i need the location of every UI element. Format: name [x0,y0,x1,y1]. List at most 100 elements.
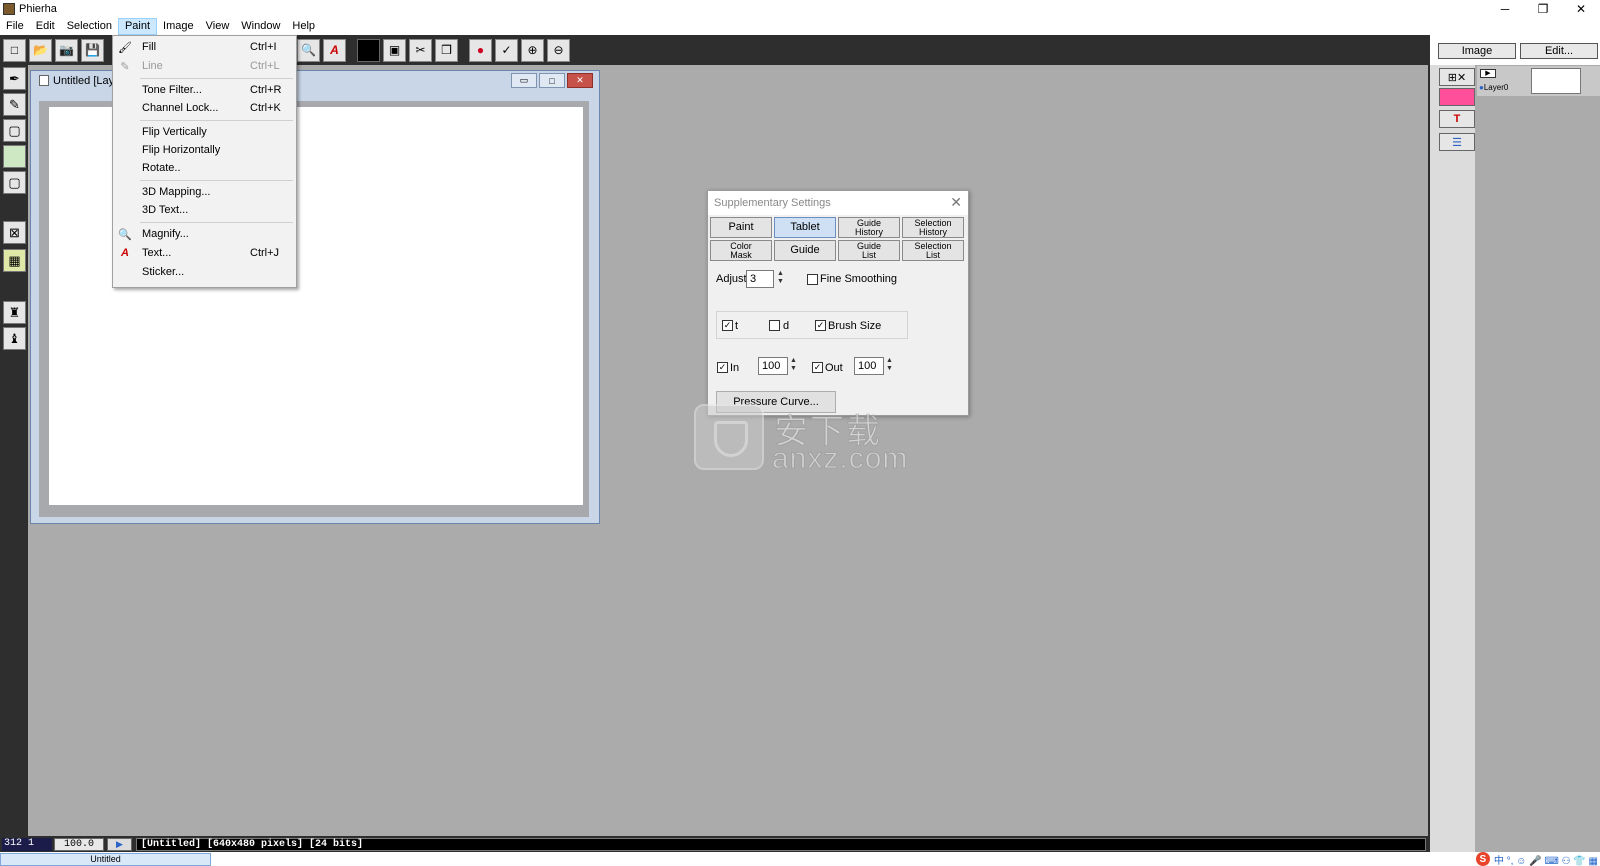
menu-item-sticker[interactable]: Sticker... [113,263,296,281]
menu-item-channel-lock[interactable]: Channel Lock... Ctrl+K [113,99,296,117]
canvas-window-controls: ▭ □ ✕ [511,73,593,88]
magnify-icon[interactable]: 🔍 [297,38,320,62]
adjust-icon[interactable]: ✓ [495,38,518,62]
stamp-icon[interactable]: ♜ [3,301,26,324]
out-value-input[interactable]: 100 [854,357,884,375]
ime-logo-icon[interactable]: S [1475,852,1490,866]
brush-icon[interactable]: ✎ [3,93,26,116]
pattern-icon[interactable]: ▦ [3,249,26,272]
fine-smoothing-checkbox[interactable] [807,274,818,285]
camera-icon[interactable]: 📷 [55,38,78,62]
page-icon[interactable]: ❒ [435,38,458,62]
menu-item-3d-mapping[interactable]: 3D Mapping... [113,183,296,201]
menu-paint[interactable]: Paint [117,18,158,35]
in-checkbox[interactable]: ✓ [717,362,728,373]
canvas-maximize-button[interactable]: □ [539,73,565,88]
tab-tablet[interactable]: Tablet [774,217,836,238]
menu-item-3d-text[interactable]: 3D Text... [113,201,296,219]
add-delete-layer-icon[interactable]: ⊞✕ [1439,68,1475,86]
menu-item-tone-filter[interactable]: Tone Filter... Ctrl+R [113,81,296,99]
menu-item-rotate[interactable]: Rotate.. [113,159,296,177]
paint-menu-dropdown: 🖌 Fill Ctrl+I ✎ Line Ctrl+L Tone Filter.… [112,35,297,288]
menu-item-fill[interactable]: 🖌 Fill Ctrl+I [113,38,296,56]
adjust-input[interactable]: 3 [746,270,774,288]
menu-help[interactable]: Help [286,18,321,35]
restore-button[interactable]: ❐ [1524,0,1562,18]
layer-color-swatch[interactable] [1439,88,1475,106]
minimize-button[interactable]: ─ [1486,0,1524,18]
menu-file[interactable]: File [0,18,30,35]
save-icon[interactable]: 💾 [81,38,104,62]
menu-selection[interactable]: Selection [61,18,118,35]
tray-icons[interactable]: 中 °, ☺ 🎤 ⌨ ⚇ 👕 ▦ [1494,852,1598,866]
fill-icon: 🖌 [118,41,132,54]
d-label: d [783,320,790,332]
color-wheel-icon[interactable]: ● [469,38,492,62]
out-checkbox[interactable]: ✓ [812,362,823,373]
text-layer-icon[interactable]: T [1439,110,1475,128]
gradient-icon[interactable] [3,145,26,168]
pen-icon[interactable]: ✒ [3,67,26,90]
tab-guide-list[interactable]: Guide List [838,240,900,261]
line-icon: ✎ [120,60,130,73]
layer-tools-column: ⊞✕ T ☰ [1430,65,1475,853]
image-button[interactable]: Image [1438,43,1516,59]
zoom-in-icon[interactable]: ⊕ [521,38,544,62]
d-checkbox[interactable] [769,320,780,331]
close-icon[interactable]: ✕ [950,194,962,211]
menu-window[interactable]: Window [235,18,286,35]
menu-item-flip-horizontally[interactable]: Flip Horizontally [113,141,296,159]
open-folder-icon[interactable]: 📂 [29,38,52,62]
zoom-level[interactable]: 100.0 [54,838,104,851]
adjust-spinner[interactable]: ▲ ▼ [777,270,786,286]
tab-guide-history[interactable]: Guide History [838,217,900,238]
canvas-close-button[interactable]: ✕ [567,73,593,88]
out-spinner[interactable]: ▲ ▼ [886,357,895,373]
play-icon[interactable]: ▶ [107,838,132,851]
menu-item-flip-vertically[interactable]: Flip Vertically [113,123,296,141]
layer-row[interactable]: ▶ ●Layer0 [1477,66,1600,96]
tab-color-mask[interactable]: Color Mask [710,240,772,261]
zoom-out-icon[interactable]: ⊖ [547,38,570,62]
eraser-icon[interactable]: ♝ [3,327,26,350]
edit-button[interactable]: Edit... [1520,43,1598,59]
menu-separator [140,222,293,223]
new-file-icon[interactable]: □ [3,38,26,62]
tab-selection-list[interactable]: Selection List [902,240,964,261]
dialog-titlebar[interactable]: Supplementary Settings ✕ [708,191,968,215]
document-icon [39,75,49,86]
dialog-title: Supplementary Settings [714,197,831,209]
canvas-minimize-button[interactable]: ▭ [511,73,537,88]
frame-icon[interactable]: ▢ [3,171,26,194]
color-swatch-icon[interactable] [357,38,380,62]
tab-selection-history[interactable]: Selection History [902,217,964,238]
menu-item-magnify[interactable]: 🔍 Magnify... [113,225,296,243]
menu-edit[interactable]: Edit [30,18,61,35]
text-tool-icon[interactable]: A [323,38,346,62]
menu-item-text[interactable]: A Text... Ctrl+J [113,244,296,262]
rect-select-icon[interactable]: ▢ [3,119,26,142]
t-checkbox[interactable]: ✓ [722,320,733,331]
menu-view[interactable]: View [200,18,236,35]
menu-separator [140,180,293,181]
image-view-icon[interactable]: ▣ [383,38,406,62]
tab-paint[interactable]: Paint [710,217,772,238]
close-button[interactable]: ✕ [1562,0,1600,18]
in-value-input[interactable]: 100 [758,357,788,375]
menu-separator [140,78,293,79]
adjust-label: Adjust [716,273,747,285]
tab-guide[interactable]: Guide [774,240,836,261]
layer-properties-icon[interactable]: ☰ [1439,133,1475,151]
in-spinner[interactable]: ▲ ▼ [790,357,799,373]
document-tab-untitled[interactable]: Untitled [0,853,211,866]
menu-image[interactable]: Image [157,18,200,35]
menu-item-line: ✎ Line Ctrl+L [113,57,296,75]
deselect-icon[interactable]: ⊠ [3,221,26,244]
t-label: t [735,320,739,332]
brush-size-checkbox[interactable]: ✓ [815,320,826,331]
watermark-site: anxz.com [771,442,909,476]
system-tray: S 中 °, ☺ 🎤 ⌨ ⚇ 👕 ▦ [1475,852,1598,866]
layer-scissors-icon[interactable]: ✂ [409,38,432,62]
visibility-icon[interactable]: ▶ [1480,69,1496,78]
fine-smoothing-label: Fine Smoothing [820,273,898,285]
